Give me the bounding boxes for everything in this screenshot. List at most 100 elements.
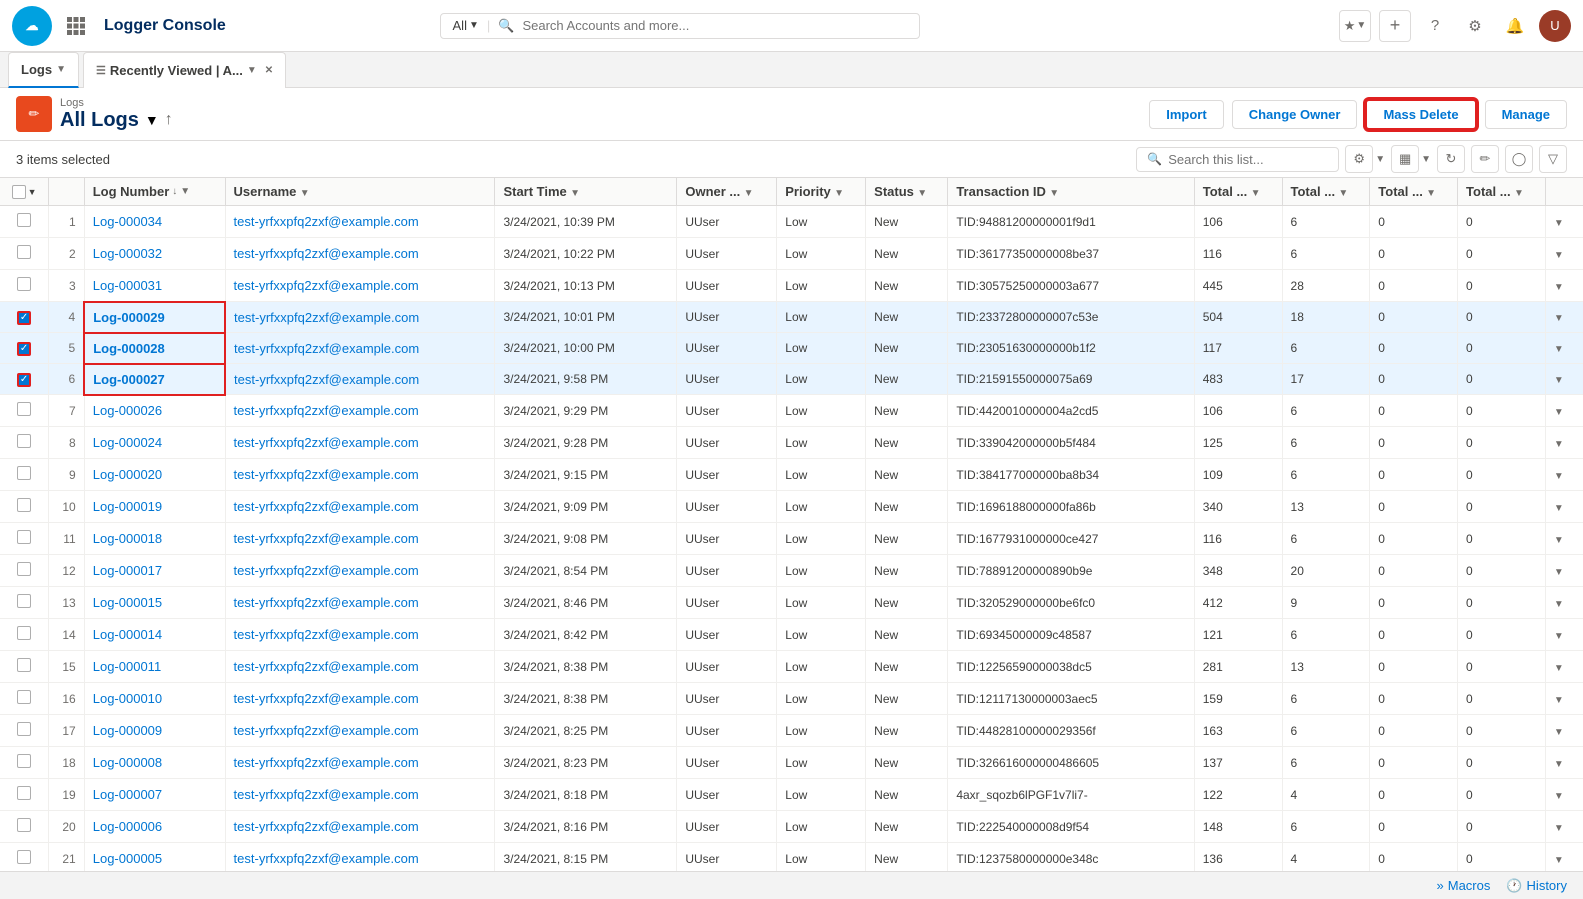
- user-avatar[interactable]: U: [1539, 10, 1571, 42]
- row-checkbox[interactable]: [17, 690, 31, 704]
- username-link[interactable]: test-yrfxxpfq2zxf@example.com: [234, 214, 419, 229]
- row-action-cell[interactable]: ▼: [1545, 587, 1583, 619]
- th-total3-dropdown[interactable]: ▼: [1426, 188, 1436, 199]
- row-action-cell[interactable]: ▼: [1545, 683, 1583, 715]
- chart-icon-button[interactable]: ◯: [1505, 145, 1533, 173]
- refresh-icon-button[interactable]: ↻: [1437, 145, 1465, 173]
- tab-recently-close-icon[interactable]: ✕: [265, 65, 273, 76]
- log-number-link[interactable]: Log-000020: [93, 467, 162, 482]
- row-checkbox-cell[interactable]: [0, 364, 49, 395]
- log-number-link[interactable]: Log-000009: [93, 723, 162, 738]
- th-username-dropdown[interactable]: ▼: [300, 188, 310, 199]
- log-number-link[interactable]: Log-000019: [93, 499, 162, 514]
- username-link[interactable]: test-yrfxxpfq2zxf@example.com: [234, 723, 419, 738]
- row-action-cell[interactable]: ▼: [1545, 491, 1583, 523]
- username-cell[interactable]: test-yrfxxpfq2zxf@example.com: [225, 206, 495, 238]
- add-button[interactable]: +: [1379, 10, 1411, 42]
- tab-recently-dropdown-icon[interactable]: ▼: [247, 65, 257, 76]
- username-link[interactable]: test-yrfxxpfq2zxf@example.com: [234, 851, 419, 866]
- row-checkbox[interactable]: [17, 245, 31, 259]
- columns-icon-button[interactable]: ▦: [1391, 145, 1419, 173]
- log-number-link[interactable]: Log-000015: [93, 595, 162, 610]
- log-number-link[interactable]: Log-000005: [93, 851, 162, 866]
- row-action-cell[interactable]: ▼: [1545, 747, 1583, 779]
- row-action-dropdown-icon[interactable]: ▼: [1554, 218, 1564, 229]
- th-log-number-dropdown[interactable]: ▼: [180, 186, 190, 197]
- row-checkbox-cell[interactable]: [0, 206, 49, 238]
- row-action-dropdown-icon[interactable]: ▼: [1554, 727, 1564, 738]
- log-number-link[interactable]: Log-000027: [93, 372, 165, 387]
- username-link[interactable]: test-yrfxxpfq2zxf@example.com: [234, 691, 419, 706]
- row-action-cell[interactable]: ▼: [1545, 238, 1583, 270]
- log-number-link[interactable]: Log-000007: [93, 787, 162, 802]
- search-scope-dropdown[interactable]: All ▼: [453, 18, 479, 33]
- row-action-cell[interactable]: ▼: [1545, 302, 1583, 333]
- th-priority[interactable]: Priority ▼: [777, 178, 866, 206]
- row-action-cell[interactable]: ▼: [1545, 843, 1583, 872]
- username-link[interactable]: test-yrfxxpfq2zxf@example.com: [234, 278, 419, 293]
- username-cell[interactable]: test-yrfxxpfq2zxf@example.com: [225, 459, 495, 491]
- th-total4[interactable]: Total ... ▼: [1458, 178, 1546, 206]
- row-action-cell[interactable]: ▼: [1545, 811, 1583, 843]
- row-checkbox[interactable]: [17, 434, 31, 448]
- row-checkbox-cell[interactable]: [0, 843, 49, 872]
- row-action-cell[interactable]: ▼: [1545, 779, 1583, 811]
- row-action-dropdown-icon[interactable]: ▼: [1554, 407, 1564, 418]
- log-number-cell[interactable]: Log-000031: [84, 270, 225, 302]
- row-checkbox-cell[interactable]: [0, 523, 49, 555]
- row-action-dropdown-icon[interactable]: ▼: [1554, 344, 1564, 355]
- import-button[interactable]: Import: [1149, 100, 1223, 129]
- username-link[interactable]: test-yrfxxpfq2zxf@example.com: [234, 341, 419, 356]
- row-action-dropdown-icon[interactable]: ▼: [1554, 567, 1564, 578]
- row-action-dropdown-icon[interactable]: ▼: [1554, 631, 1564, 642]
- log-number-link[interactable]: Log-000026: [93, 403, 162, 418]
- row-checkbox[interactable]: [17, 786, 31, 800]
- row-action-dropdown-icon[interactable]: ▼: [1554, 375, 1564, 386]
- log-number-cell[interactable]: Log-000017: [84, 555, 225, 587]
- edit-columns-icon-button[interactable]: ✏: [1471, 145, 1499, 173]
- username-cell[interactable]: test-yrfxxpfq2zxf@example.com: [225, 302, 495, 333]
- username-link[interactable]: test-yrfxxpfq2zxf@example.com: [234, 755, 419, 770]
- filter-icon-button[interactable]: ▽: [1539, 145, 1567, 173]
- row-checkbox-cell[interactable]: [0, 587, 49, 619]
- row-checkbox-cell[interactable]: [0, 491, 49, 523]
- settings-dropdown-icon[interactable]: ▼: [1375, 154, 1385, 165]
- log-number-cell[interactable]: Log-000014: [84, 619, 225, 651]
- row-action-cell[interactable]: ▼: [1545, 523, 1583, 555]
- username-cell[interactable]: test-yrfxxpfq2zxf@example.com: [225, 619, 495, 651]
- mass-delete-button[interactable]: Mass Delete: [1365, 99, 1476, 130]
- settings-icon-button[interactable]: ⚙: [1345, 145, 1373, 173]
- row-checkbox[interactable]: [17, 594, 31, 608]
- row-action-dropdown-icon[interactable]: ▼: [1554, 791, 1564, 802]
- username-cell[interactable]: test-yrfxxpfq2zxf@example.com: [225, 395, 495, 427]
- th-start-time[interactable]: Start Time ▼: [495, 178, 677, 206]
- log-number-link[interactable]: Log-000014: [93, 627, 162, 642]
- username-cell[interactable]: test-yrfxxpfq2zxf@example.com: [225, 715, 495, 747]
- row-checkbox[interactable]: [17, 850, 31, 864]
- macros-link[interactable]: » Macros: [1437, 878, 1491, 893]
- log-number-cell[interactable]: Log-000007: [84, 779, 225, 811]
- row-action-dropdown-icon[interactable]: ▼: [1554, 503, 1564, 514]
- row-checkbox[interactable]: [17, 402, 31, 416]
- username-link[interactable]: test-yrfxxpfq2zxf@example.com: [234, 819, 419, 834]
- row-checkbox[interactable]: [17, 626, 31, 640]
- th-total1[interactable]: Total ... ▼: [1194, 178, 1282, 206]
- global-search-input[interactable]: [522, 18, 906, 33]
- username-cell[interactable]: test-yrfxxpfq2zxf@example.com: [225, 811, 495, 843]
- row-action-cell[interactable]: ▼: [1545, 395, 1583, 427]
- manage-button[interactable]: Manage: [1485, 100, 1567, 129]
- th-priority-dropdown[interactable]: ▼: [834, 188, 844, 199]
- log-number-cell[interactable]: Log-000015: [84, 587, 225, 619]
- username-link[interactable]: test-yrfxxpfq2zxf@example.com: [234, 595, 419, 610]
- gear-button[interactable]: ⚙: [1459, 10, 1491, 42]
- log-number-cell[interactable]: Log-000019: [84, 491, 225, 523]
- tab-logs[interactable]: Logs ▼: [8, 52, 79, 88]
- username-link[interactable]: test-yrfxxpfq2zxf@example.com: [234, 499, 419, 514]
- username-link[interactable]: test-yrfxxpfq2zxf@example.com: [234, 246, 419, 261]
- row-action-dropdown-icon[interactable]: ▼: [1554, 759, 1564, 770]
- row-checkbox-cell[interactable]: [0, 395, 49, 427]
- username-cell[interactable]: test-yrfxxpfq2zxf@example.com: [225, 555, 495, 587]
- row-action-cell[interactable]: ▼: [1545, 333, 1583, 364]
- row-checkbox-cell[interactable]: [0, 555, 49, 587]
- row-action-dropdown-icon[interactable]: ▼: [1554, 282, 1564, 293]
